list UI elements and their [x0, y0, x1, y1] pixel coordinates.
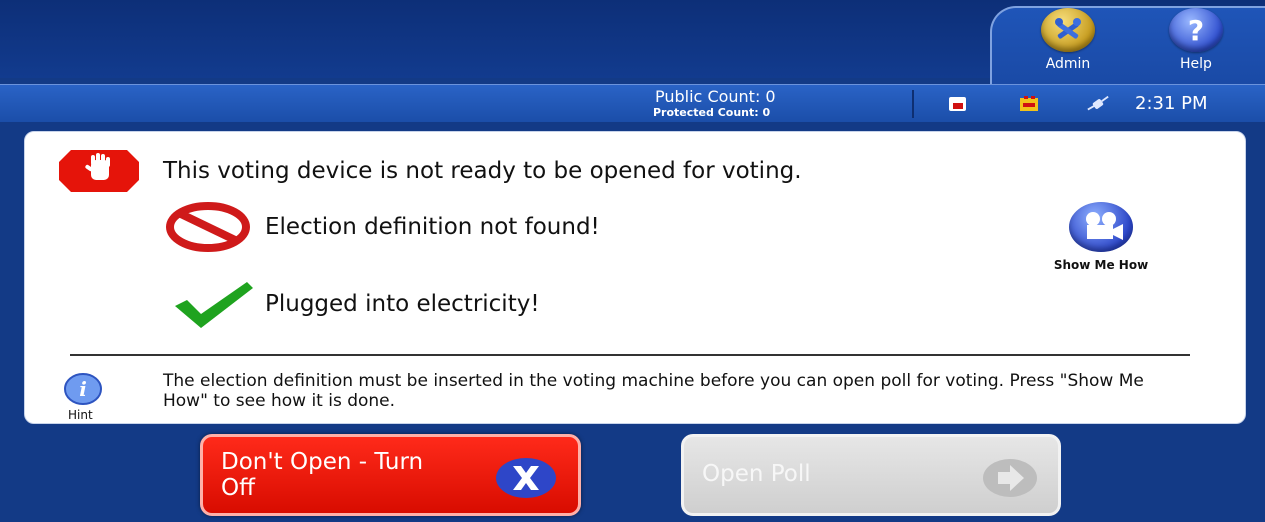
checkmark-icon [171, 278, 257, 330]
dont-open-turn-off-button[interactable]: Don't Open - Turn Off [200, 434, 581, 516]
close-icon [493, 455, 559, 501]
question-mark-icon: ? [1169, 8, 1223, 52]
not-ready-message: This voting device is not ready to be op… [163, 158, 802, 184]
admin-label: Admin [1045, 56, 1091, 72]
status-divider [912, 90, 914, 118]
tools-icon [1041, 8, 1095, 52]
open-poll-button[interactable]: Open Poll [681, 434, 1061, 516]
arrow-right-icon [980, 455, 1040, 501]
hint-text: The election definition must be inserted… [163, 371, 1144, 411]
svg-text:i: i [79, 377, 87, 401]
check-row-power: Plugged into electricity! [171, 278, 540, 330]
not-ready-row: This voting device is not ready to be op… [57, 148, 802, 194]
check-row-election: Election definition not found! [165, 202, 600, 252]
open-poll-label: Open Poll [702, 461, 811, 487]
status-bar: Public Count: 0 Protected Count: 0 2:31 … [0, 84, 1265, 122]
hint-label: Hint [68, 408, 93, 422]
film-projector-icon [1069, 202, 1133, 252]
prohibited-icon [165, 202, 253, 252]
clock: 2:31 PM [1135, 93, 1208, 114]
hint-info-icon[interactable]: i [63, 372, 103, 406]
help-label: Help [1180, 56, 1212, 72]
stop-hand-icon [57, 148, 141, 194]
panel-divider [70, 354, 1190, 356]
power-plug-icon [1086, 93, 1110, 115]
battery-icon [1017, 93, 1041, 115]
help-button[interactable]: ? Help [1156, 8, 1236, 76]
show-me-how-button[interactable]: Show Me How [1026, 202, 1176, 272]
memory-card-icon [946, 93, 970, 115]
admin-button[interactable]: Admin [1028, 8, 1108, 76]
protected-count: Protected Count: 0 [653, 106, 771, 119]
check-text-power: Plugged into electricity! [265, 291, 540, 317]
dont-open-label: Don't Open - Turn Off [221, 449, 424, 501]
check-text-election: Election definition not found! [265, 214, 600, 240]
show-me-how-label: Show Me How [1053, 258, 1149, 272]
status-panel: This voting device is not ready to be op… [24, 131, 1246, 424]
svg-text:?: ? [1188, 14, 1204, 47]
public-count: Public Count: 0 [655, 87, 776, 106]
